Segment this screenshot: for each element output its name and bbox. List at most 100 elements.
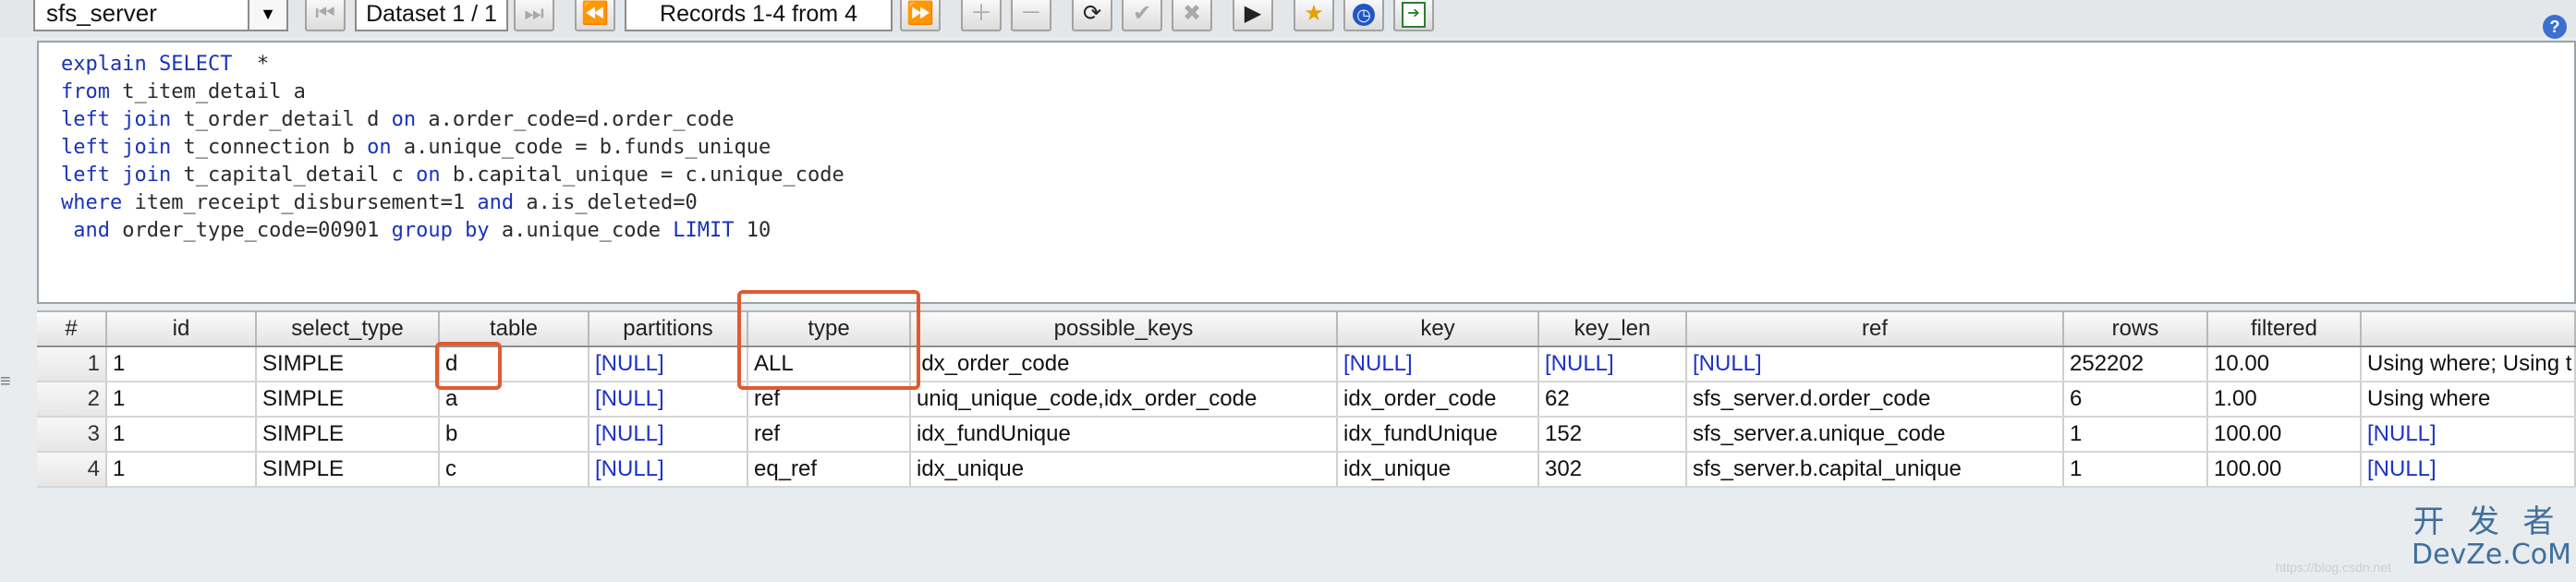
table-cell[interactable]: uniq_unique_code,idx_order_code bbox=[911, 382, 1338, 416]
table-cell[interactable]: 1 bbox=[107, 382, 257, 416]
table-cell[interactable]: [NULL] bbox=[2362, 453, 2576, 486]
run-button[interactable]: ▶ bbox=[1233, 0, 1273, 31]
table-cell[interactable]: Using where bbox=[2362, 382, 2576, 416]
table-cell[interactable]: eq_ref bbox=[748, 453, 911, 486]
connection-select[interactable]: sfs_server ▼ bbox=[33, 0, 288, 31]
left-gutter: ≡ bbox=[0, 37, 37, 582]
table-cell[interactable]: 10.00 bbox=[2208, 347, 2362, 381]
table-cell[interactable]: b bbox=[440, 418, 589, 451]
table-cell[interactable]: sfs_server.d.order_code bbox=[1687, 382, 2064, 416]
column-header[interactable]: table bbox=[440, 312, 589, 346]
next-records-button[interactable]: ⏩ bbox=[900, 0, 941, 31]
column-header[interactable]: select_type bbox=[257, 312, 440, 346]
sql-text: a.is_deleted=0 bbox=[514, 191, 698, 214]
table-cell[interactable]: SIMPLE bbox=[257, 453, 440, 486]
sql-text: t_capital_detail c bbox=[171, 164, 417, 187]
column-header[interactable]: possible_keys bbox=[911, 312, 1338, 346]
table-cell[interactable]: SIMPLE bbox=[257, 347, 440, 381]
table-cell[interactable]: [NULL] bbox=[589, 418, 748, 451]
table-cell[interactable]: c bbox=[440, 453, 589, 486]
sql-text: order_type_code=00901 bbox=[109, 219, 392, 242]
table-cell[interactable]: [NULL] bbox=[1539, 347, 1687, 381]
table-cell[interactable]: 1 bbox=[107, 418, 257, 451]
table-cell[interactable]: 62 bbox=[1539, 382, 1687, 416]
table-cell[interactable]: [NULL] bbox=[2362, 418, 2576, 451]
splitter-handle-icon[interactable]: ≡ bbox=[0, 371, 11, 393]
table-cell[interactable]: 6 bbox=[2064, 382, 2208, 416]
add-icon: ＋ bbox=[970, 1, 992, 26]
table-cell[interactable]: idx_fundUnique bbox=[1338, 418, 1539, 451]
table-cell[interactable]: 252202 bbox=[2064, 347, 2208, 381]
table-cell[interactable]: SIMPLE bbox=[257, 418, 440, 451]
cancel-button[interactable]: ✖ bbox=[1172, 0, 1212, 31]
sql-text: b.capital_unique = c.unique_code bbox=[440, 164, 844, 187]
table-cell[interactable]: idx_unique bbox=[1338, 453, 1539, 486]
sql-keyword: explain SELECT bbox=[61, 53, 233, 76]
chevron-down-icon[interactable]: ▼ bbox=[248, 0, 286, 30]
history-button[interactable]: ◷ bbox=[1343, 0, 1384, 31]
sql-keyword: left join bbox=[61, 136, 172, 159]
help-icon[interactable]: ? bbox=[2543, 15, 2567, 39]
apply-icon: ✔ bbox=[1132, 1, 1152, 26]
dataset-indicator: Dataset 1 / 1 bbox=[355, 0, 508, 31]
remove-row-button[interactable]: － bbox=[1011, 0, 1051, 31]
faint-watermark: https://blog.csdn.net bbox=[2275, 560, 2391, 575]
table-cell[interactable]: [NULL] bbox=[1338, 347, 1539, 381]
column-header[interactable]: # bbox=[37, 312, 107, 346]
sql-line: where item_receipt_disbursement=1 and a.… bbox=[61, 190, 698, 216]
first-page-button[interactable]: ⏮ bbox=[305, 0, 346, 31]
table-cell[interactable]: idx_unique bbox=[911, 453, 1338, 486]
favorite-button[interactable]: ★ bbox=[1294, 0, 1334, 31]
column-header[interactable]: key bbox=[1338, 312, 1539, 346]
table-cell[interactable]: 1.00 bbox=[2208, 382, 2362, 416]
table-cell[interactable]: 1 bbox=[2064, 453, 2208, 486]
column-header[interactable]: partitions bbox=[589, 312, 748, 346]
last-page-button[interactable]: ⏭ bbox=[514, 0, 554, 31]
table-cell[interactable]: Using where; Using t bbox=[2362, 347, 2576, 381]
column-header[interactable]: ref bbox=[1687, 312, 2064, 346]
table-cell[interactable]: idx_order_code bbox=[911, 347, 1338, 381]
toolbar: sfs_server ▼ ⏮ Dataset 1 / 1 ⏭ ⏪ Records… bbox=[0, 0, 2576, 39]
watermark-bottom: DevZe.CoM bbox=[2412, 539, 2572, 571]
table-cell[interactable]: 1 bbox=[2064, 418, 2208, 451]
table-cell[interactable]: 152 bbox=[1539, 418, 1687, 451]
table-cell[interactable]: 1 bbox=[107, 347, 257, 381]
table-row[interactable]: 4 1 SIMPLE c [NULL] eq_ref idx_unique idx_uniqu… bbox=[37, 453, 2576, 488]
table-cell[interactable]: sfs_server.a.unique_code bbox=[1687, 418, 2064, 451]
sql-line: from t_item_detail a bbox=[61, 79, 306, 105]
table-cell[interactable]: idx_order_code bbox=[1338, 382, 1539, 416]
sql-text: t_order_detail d bbox=[171, 108, 392, 131]
column-header[interactable]: filtered bbox=[2208, 312, 2362, 346]
table-row[interactable]: 2 1 SIMPLE a [NULL] ref uniq_unique_code,idx_o… bbox=[37, 382, 2576, 418]
add-row-button[interactable]: ＋ bbox=[961, 0, 1002, 31]
table-cell[interactable]: idx_fundUnique bbox=[911, 418, 1338, 451]
table-cell[interactable]: 100.00 bbox=[2208, 453, 2362, 486]
prev-records-button[interactable]: ⏪ bbox=[575, 0, 615, 31]
table-cell[interactable]: 302 bbox=[1539, 453, 1687, 486]
watermark-logo: 开 发 者 DevZe.CoM bbox=[2412, 504, 2572, 571]
table-cell[interactable]: ref bbox=[748, 418, 911, 451]
table-cell[interactable]: [NULL] bbox=[589, 382, 748, 416]
table-cell[interactable]: 1 bbox=[107, 453, 257, 486]
sql-keyword: left join bbox=[61, 164, 172, 187]
column-header[interactable]: rows bbox=[2064, 312, 2208, 346]
column-header[interactable]: key_len bbox=[1539, 312, 1687, 346]
table-cell[interactable]: [NULL] bbox=[589, 347, 748, 381]
prev-icon: ⏪ bbox=[581, 1, 609, 26]
table-cell[interactable]: 100.00 bbox=[2208, 418, 2362, 451]
column-header[interactable] bbox=[2362, 312, 2576, 346]
table-cell[interactable]: SIMPLE bbox=[257, 382, 440, 416]
sql-keyword: and bbox=[61, 219, 110, 242]
table-cell[interactable]: [NULL] bbox=[589, 453, 748, 486]
table-cell[interactable]: [NULL] bbox=[1687, 347, 2064, 381]
export-button[interactable]: ➔ bbox=[1393, 0, 1434, 31]
column-header[interactable]: id bbox=[107, 312, 257, 346]
apply-button[interactable]: ✔ bbox=[1122, 0, 1162, 31]
sql-editor[interactable]: explain SELECT * from t_item_detail a left… bbox=[37, 41, 2576, 304]
table-cell[interactable]: sfs_server.b.capital_unique bbox=[1687, 453, 2064, 486]
next-icon: ⏩ bbox=[906, 1, 934, 26]
table-row[interactable]: 3 1 SIMPLE b [NULL] ref idx_fundUnique idx_fund… bbox=[37, 418, 2576, 453]
cancel-icon: ✖ bbox=[1182, 1, 1202, 26]
table-row[interactable]: 1 1 SIMPLE d [NULL] ALL idx_order_code [NULL] [N… bbox=[37, 347, 2576, 382]
refresh-button[interactable]: ⟳ bbox=[1072, 0, 1112, 31]
